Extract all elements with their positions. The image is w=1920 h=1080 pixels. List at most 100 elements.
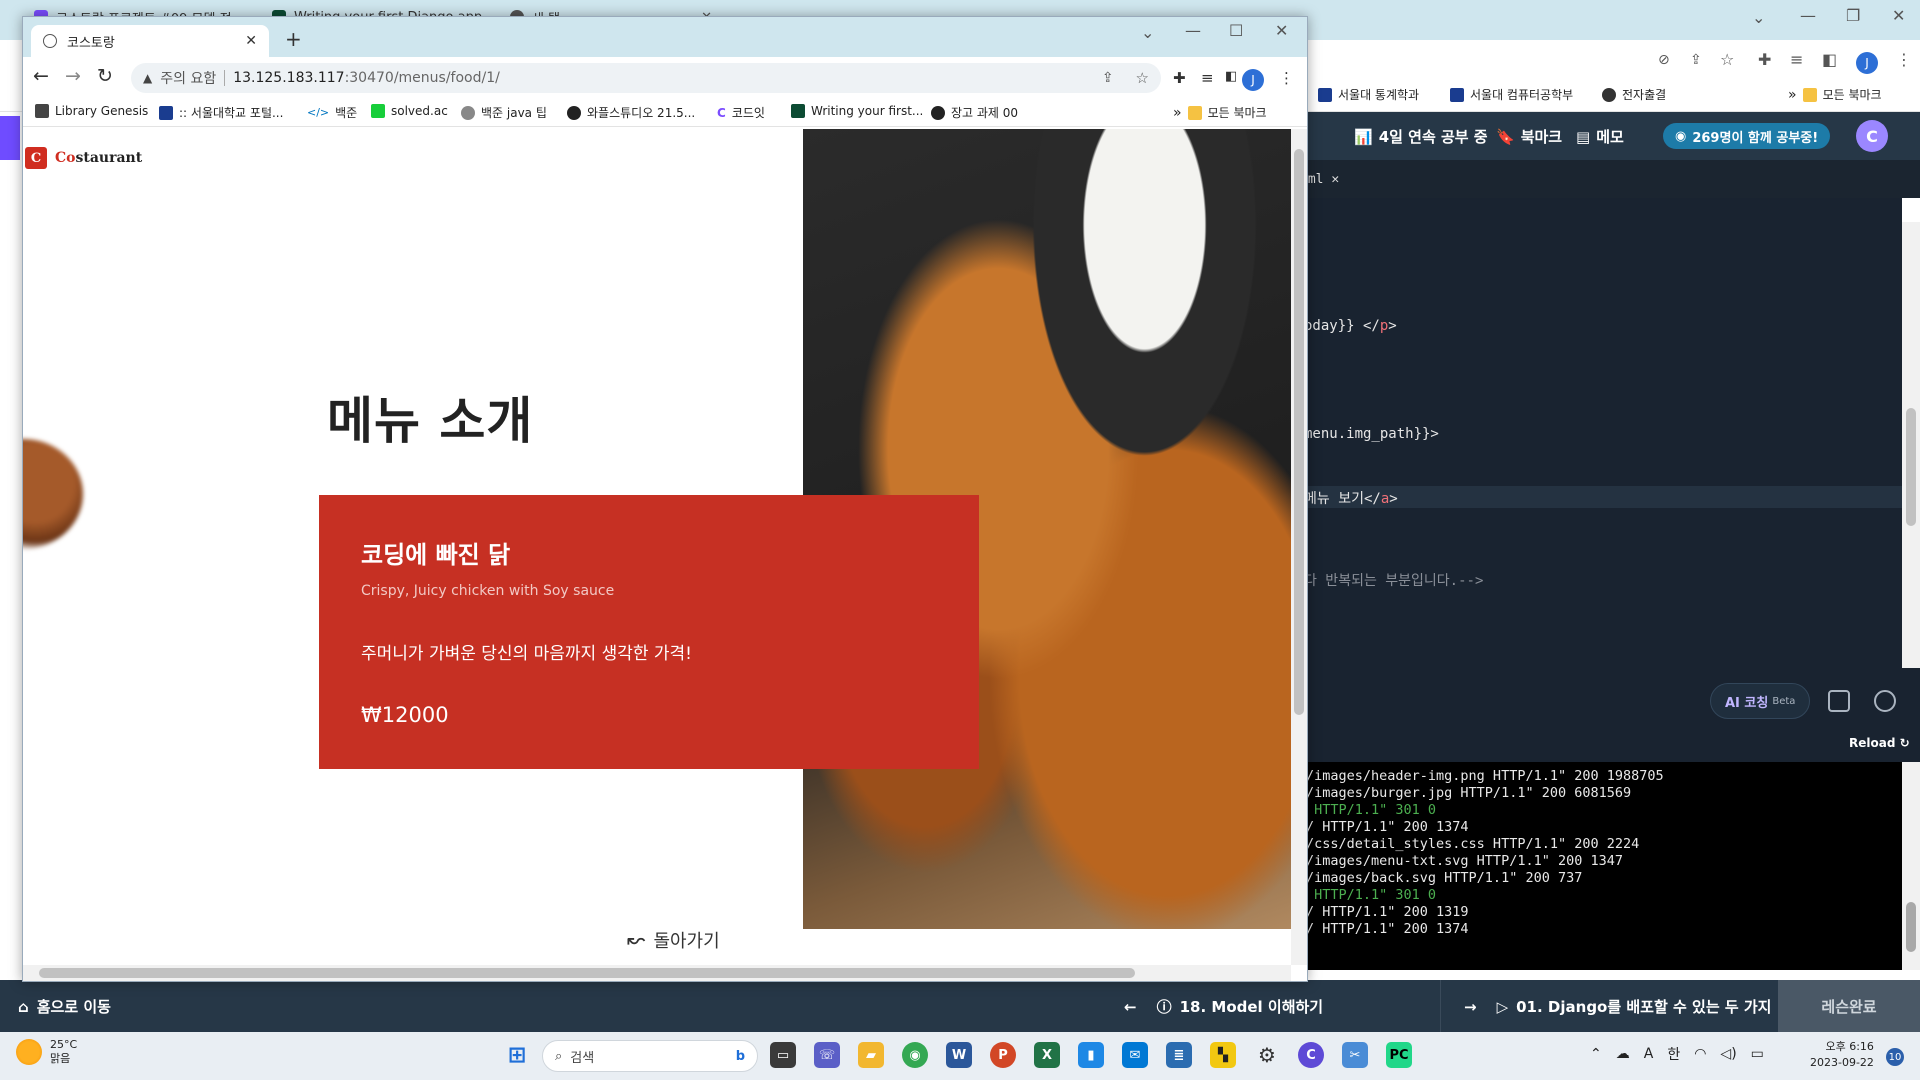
scroll-thumb[interactable]: [39, 968, 1135, 978]
minimize-icon[interactable]: —: [1185, 21, 1201, 40]
bookmark-item[interactable]: 서울대 통계학과: [1318, 86, 1419, 103]
font-icon[interactable]: A: [1644, 1046, 1654, 1062]
home-button[interactable]: ⌂ 홈으로 이동: [18, 996, 111, 1017]
ide-side-tab[interactable]: [0, 116, 20, 160]
address-bar[interactable]: ▲ 주의 요함 13.125.183.117:30470/menus/food/…: [131, 63, 1161, 93]
bookmark-item[interactable]: solved.ac: [371, 104, 448, 118]
notification-badge[interactable]: 10: [1886, 1048, 1904, 1066]
sidepanel-icon[interactable]: ◧: [1225, 69, 1237, 84]
excel-icon[interactable]: X: [1034, 1042, 1060, 1068]
powerpoint-icon[interactable]: P: [990, 1042, 1016, 1068]
editor-scrollbar[interactable]: [1902, 222, 1920, 668]
ime-indicator[interactable]: 한: [1667, 1044, 1680, 1064]
teams-icon[interactable]: ☏: [814, 1042, 840, 1068]
new-tab-icon[interactable]: +: [285, 27, 302, 51]
sidepanel-icon[interactable]: ◧: [1822, 50, 1837, 69]
file-explorer-icon[interactable]: ▰: [858, 1042, 884, 1068]
forward-icon[interactable]: →: [65, 65, 81, 87]
code-editor[interactable]: oday}} </p> menu.img_path}}> 메뉴 보기</a> 다…: [1290, 198, 1902, 668]
security-warning-label[interactable]: 주의 요함: [160, 68, 216, 88]
reload-icon[interactable]: ↻: [97, 65, 113, 87]
taskbar-clock[interactable]: 오후 6:16 2023-09-22: [1810, 1039, 1874, 1071]
settings-gear-icon[interactable]: ⚙: [1254, 1042, 1280, 1068]
bookmark-item[interactable]: 서울대 컴퓨터공학부: [1450, 86, 1573, 103]
tab-search-icon[interactable]: ⌄: [1141, 23, 1154, 42]
close-icon[interactable]: ✕: [1331, 172, 1339, 187]
taskbar-search[interactable]: ⌕ 검색 b: [542, 1040, 758, 1072]
scroll-thumb[interactable]: [1906, 902, 1916, 952]
scroll-thumb[interactable]: [1294, 149, 1304, 715]
battery-icon[interactable]: ▭: [1751, 1046, 1764, 1062]
prev-lesson-button[interactable]: ← ⓘ 18. Model 이해하기: [1124, 996, 1323, 1017]
weather-widget[interactable]: 25°C 맑음: [16, 1038, 77, 1066]
site-logo[interactable]: C Costaurant: [25, 147, 142, 169]
wifi-icon[interactable]: ◠: [1694, 1046, 1706, 1062]
menu-kebab-icon[interactable]: ⋮: [1896, 50, 1912, 69]
tab-costaurant[interactable]: 코스토랑 ✕: [31, 25, 269, 57]
blocked-icon[interactable]: ⊘: [1658, 52, 1670, 68]
bookshelf-icon[interactable]: ▮: [1078, 1042, 1104, 1068]
notepad-icon[interactable]: ≣: [1166, 1042, 1192, 1068]
task-view-icon[interactable]: ▭: [770, 1042, 796, 1068]
share-icon[interactable]: ⇪: [1102, 70, 1114, 86]
bookmark-item[interactable]: Library Genesis: [35, 104, 148, 118]
pycharm-icon[interactable]: PC: [1386, 1042, 1412, 1068]
tab-search-icon[interactable]: ⌄: [1752, 8, 1765, 27]
warning-icon[interactable]: ▲: [143, 71, 152, 85]
media-icon[interactable]: ≡: [1790, 50, 1803, 69]
bookmark-item[interactable]: 백준 java 팁: [461, 104, 547, 121]
bookmark-item[interactable]: 전자출결: [1602, 86, 1666, 103]
extensions-icon[interactable]: ✚: [1173, 69, 1186, 87]
menu-kebab-icon[interactable]: ⋮: [1279, 69, 1294, 87]
bookmark-item[interactable]: C 코드잇: [717, 104, 765, 121]
minimize-icon[interactable]: —: [1800, 6, 1816, 25]
lesson-complete-button[interactable]: 레슨완료: [1778, 980, 1920, 1032]
reload-button[interactable]: Reload ↻: [1849, 736, 1910, 750]
codeit-app-icon[interactable]: C: [1298, 1042, 1324, 1068]
volume-icon[interactable]: ◁): [1720, 1046, 1736, 1062]
page-horizontal-scrollbar[interactable]: [23, 965, 1291, 981]
bookmark-item[interactable]: :: 서울대학교 포털...: [159, 104, 283, 121]
share-icon[interactable]: ⇪: [1690, 52, 1702, 68]
media-icon[interactable]: ≡: [1201, 69, 1214, 87]
scroll-thumb[interactable]: [1906, 408, 1916, 526]
close-window-icon[interactable]: ✕: [1275, 21, 1288, 40]
star-icon[interactable]: ☆: [1136, 69, 1149, 87]
next-lesson-button[interactable]: → ▷ 01. Django를 배포할 수 있는 두 가지 ...: [1464, 996, 1794, 1017]
chrome-icon[interactable]: ◉: [902, 1042, 928, 1068]
terminal-output[interactable]: /images/header-img.png HTTP/1.1" 200 198…: [1290, 762, 1902, 970]
star-icon[interactable]: ☆: [1720, 50, 1734, 69]
page-viewport[interactable]: C Costaurant 메뉴 소개 코딩에 빠진 닭 Crispy, Juic…: [23, 129, 1291, 965]
bookmark-item[interactable]: 와플스튜디오 21.5...: [567, 104, 695, 121]
sticky-notes-icon[interactable]: ▚: [1210, 1042, 1236, 1068]
snipping-tool-icon[interactable]: ✂: [1342, 1042, 1368, 1068]
maximize-icon[interactable]: ❐: [1846, 6, 1860, 25]
bookmark-item[interactable]: 장고 과제 00: [931, 104, 1018, 121]
page-vertical-scrollbar[interactable]: [1291, 129, 1307, 965]
user-avatar[interactable]: C: [1856, 120, 1888, 152]
cloud-icon[interactable]: ☁: [1616, 1046, 1630, 1062]
windows-start-icon[interactable]: ⊞: [504, 1042, 530, 1068]
history-icon[interactable]: [1874, 690, 1896, 712]
extensions-icon[interactable]: ✚: [1758, 50, 1771, 69]
studying-now-badge[interactable]: ◉ 269명이 함께 공부중!: [1663, 123, 1831, 149]
chevron-up-icon[interactable]: ⌃: [1590, 1046, 1602, 1062]
profile-avatar[interactable]: J: [1856, 52, 1878, 74]
all-bookmarks[interactable]: » 모든 북마크: [1788, 86, 1882, 103]
mail-icon[interactable]: ✉: [1122, 1042, 1148, 1068]
save-icon[interactable]: [1828, 690, 1850, 712]
back-link[interactable]: ↜ 돌아가기: [627, 927, 720, 953]
close-window-icon[interactable]: ✕: [1892, 6, 1905, 25]
bookmark-item[interactable]: Writing your first...: [791, 104, 923, 118]
bookmark-item[interactable]: </> 백준: [307, 104, 357, 121]
terminal-scrollbar[interactable]: [1902, 762, 1920, 970]
close-icon[interactable]: ✕: [245, 33, 257, 49]
memo-button[interactable]: ▤ 메모: [1576, 126, 1624, 147]
maximize-icon[interactable]: ☐: [1229, 21, 1243, 40]
profile-avatar[interactable]: J: [1242, 69, 1264, 91]
back-icon[interactable]: ←: [33, 65, 49, 87]
ai-coaching-button[interactable]: AI 코칭 Beta: [1710, 683, 1811, 719]
word-icon[interactable]: W: [946, 1042, 972, 1068]
bookmark-button[interactable]: 🔖 북마크: [1496, 126, 1562, 147]
all-bookmarks[interactable]: » 모든 북마크: [1173, 104, 1267, 121]
